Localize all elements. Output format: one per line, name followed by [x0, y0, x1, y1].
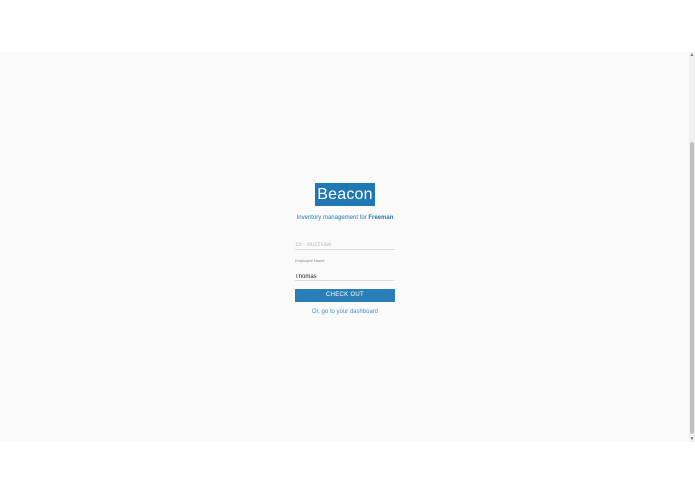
- scroll-up-icon[interactable]: ▲: [689, 52, 695, 58]
- employee-field: Employee Name: [295, 258, 395, 281]
- page-scrollbar[interactable]: ▲ ▼: [689, 52, 695, 442]
- employee-name-input[interactable]: [295, 274, 395, 280]
- tagline-org: Freeman: [368, 215, 394, 221]
- check-out-button[interactable]: CHECK OUT: [295, 289, 395, 302]
- employee-name-label: Employee Name: [295, 258, 325, 263]
- dashboard-link[interactable]: Or, go to your dashboard: [295, 309, 395, 315]
- beacon-logo: Beacon: [315, 183, 375, 206]
- scroll-down-icon[interactable]: ▼: [689, 436, 695, 442]
- tagline-prefix: Inventory management for: [296, 215, 369, 221]
- checkout-card: Beacon Inventory management for Freeman …: [295, 183, 395, 315]
- item-field: [295, 233, 395, 250]
- scroll-thumb[interactable]: [690, 142, 694, 434]
- tagline: Inventory management for Freeman: [295, 215, 395, 221]
- item-input[interactable]: [295, 242, 395, 248]
